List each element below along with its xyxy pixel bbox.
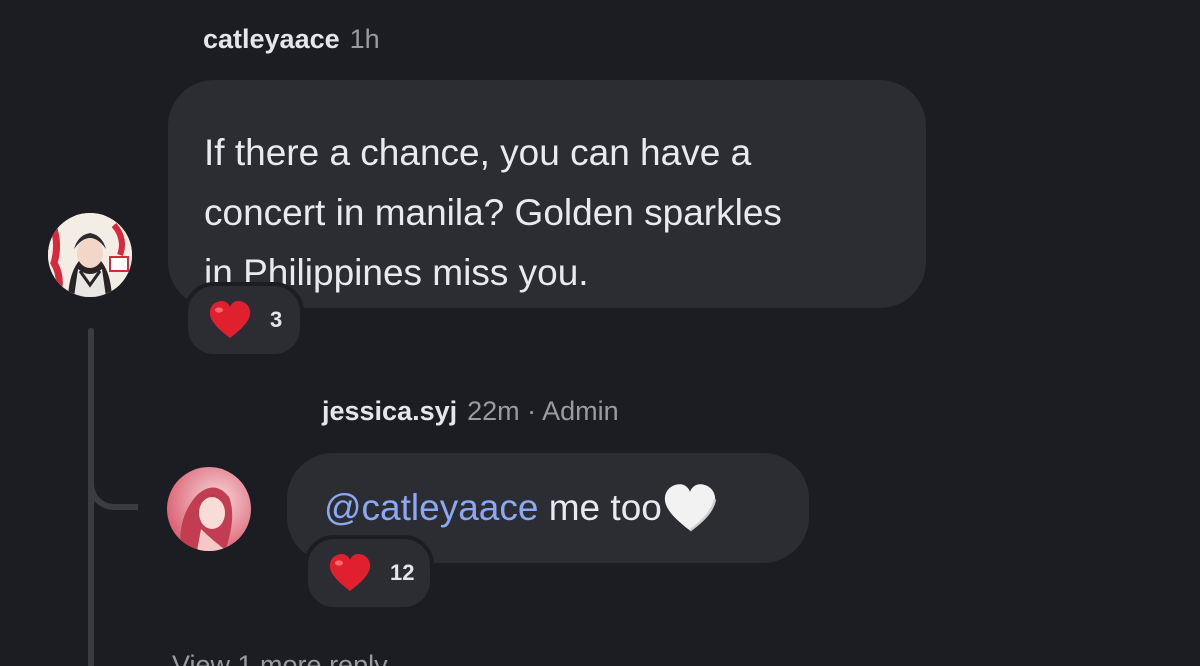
comment-reaction-count: 3 (270, 307, 283, 332)
comment-line-2: concert in manila? Golden sparkles (204, 192, 782, 233)
comment-reaction-pill[interactable]: 3 (184, 282, 304, 358)
white-heart-icon (662, 483, 718, 533)
reply-reaction-count: 12 (390, 560, 415, 585)
reply-meta: 22m · Admin (467, 396, 619, 426)
comment-thread: catleyaace 1h If there a chance, you can… (0, 0, 1200, 666)
reply-message: me too (538, 487, 662, 528)
comment-bubble[interactable]: If there a chance, you can have a concer… (168, 80, 926, 308)
avatar-image (167, 467, 251, 551)
reply-author[interactable]: jessica.syj (322, 396, 457, 427)
view-more-replies-link[interactable]: View 1 more reply (172, 650, 388, 666)
avatar-catleyaace[interactable] (48, 213, 132, 297)
comment-line-1: If there a chance, you can have a (204, 132, 752, 173)
reply-reaction-pill[interactable]: 12 (304, 535, 434, 611)
avatar-image (48, 213, 132, 297)
avatar-jessica-syj[interactable] (167, 467, 251, 551)
comment-time: 1h (349, 24, 380, 54)
reply-header: jessica.syj 22m · Admin (322, 396, 619, 427)
comment-author[interactable]: catleyaace (203, 24, 340, 55)
thread-branch (88, 440, 138, 510)
comment-header: catleyaace 1h (203, 24, 380, 55)
reply-mention[interactable]: @catleyaace (324, 478, 538, 538)
red-heart-icon (208, 300, 252, 340)
red-heart-icon (328, 553, 372, 593)
comment-line-3: in Philippines miss you. (204, 252, 589, 293)
reply-text: @catleyaace me too (324, 478, 809, 538)
